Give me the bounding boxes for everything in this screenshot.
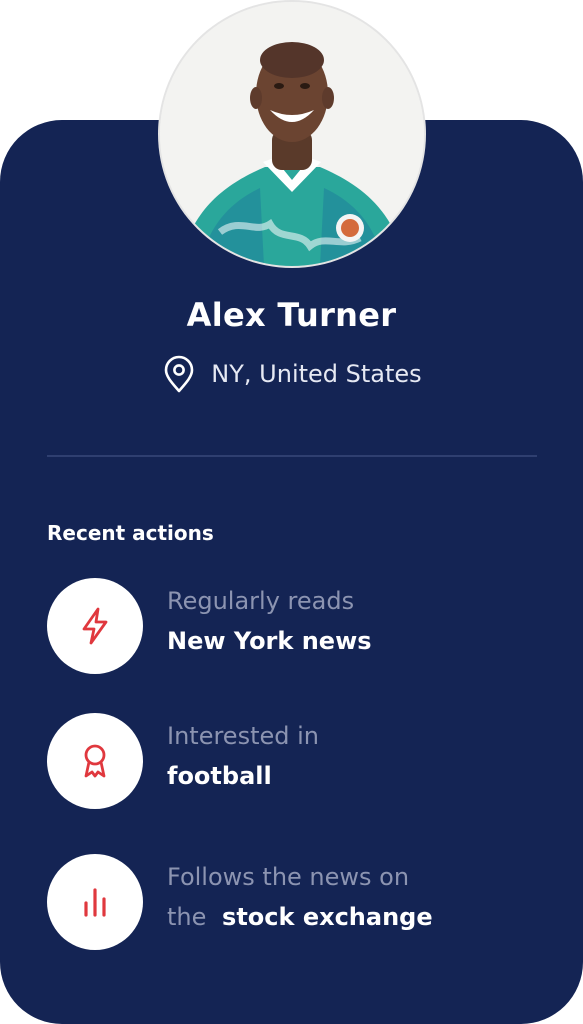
location-text: NY, United States [211, 360, 422, 388]
action-highlight: New York news [167, 627, 372, 655]
profile-name: Alex Turner [186, 296, 397, 334]
action-item-follows: Follows the news on the stock exchange [47, 854, 547, 952]
divider [47, 455, 537, 457]
avatar-photo [160, 2, 424, 266]
bar-chart-icon [84, 888, 106, 917]
action-icon-circle [47, 713, 143, 809]
action-description: Interested in [167, 722, 319, 750]
action-item-reads: Regularly reads New York news [47, 578, 547, 676]
avatar [160, 2, 424, 266]
action-highlight: football [167, 762, 272, 790]
action-prefix: the [167, 903, 207, 931]
action-item-interest: Interested in football [47, 713, 547, 811]
award-ribbon-icon [84, 744, 106, 778]
recent-actions-title: Recent actions [47, 521, 214, 545]
location-pin-icon [164, 355, 194, 393]
profile-location: NY, United States [0, 354, 583, 394]
action-highlight: stock exchange [222, 903, 433, 931]
action-icon-circle [47, 578, 143, 674]
action-icon-circle [47, 854, 143, 950]
lightning-icon [82, 607, 108, 645]
action-description: Follows the news on [167, 863, 410, 891]
action-description: Regularly reads [167, 587, 355, 615]
